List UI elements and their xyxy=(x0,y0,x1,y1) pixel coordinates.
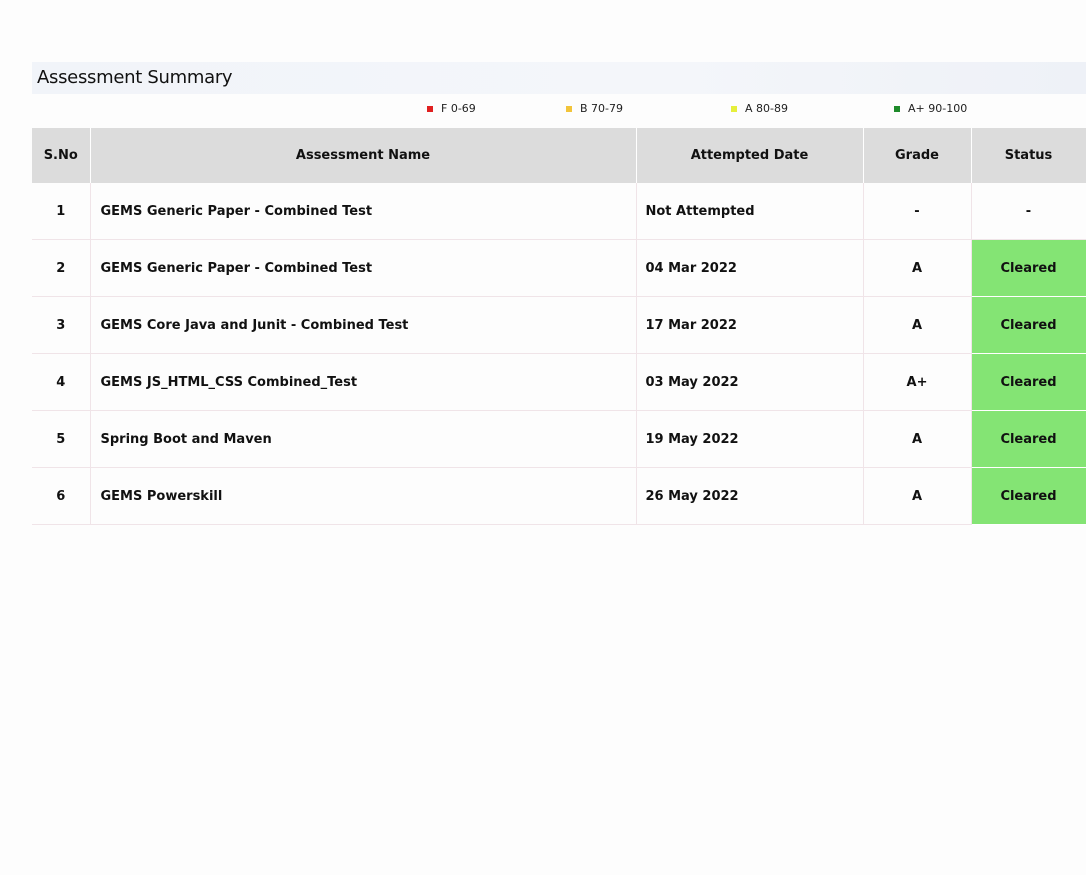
cell-grade: A xyxy=(863,296,972,354)
status-badge: Cleared xyxy=(971,296,1086,354)
cell-attempted-date: 17 Mar 2022 xyxy=(636,296,864,354)
table-row: 3 GEMS Core Java and Junit - Combined Te… xyxy=(32,296,1086,354)
cell-assessment-name: GEMS JS_HTML_CSS Combined_Test xyxy=(90,353,637,411)
legend-item-a: A 80-89 xyxy=(731,102,788,115)
column-header-sno[interactable]: S.No xyxy=(32,128,91,183)
cell-grade: A+ xyxy=(863,353,972,411)
legend-label-f: F 0-69 xyxy=(441,102,476,115)
cell-attempted-date: 19 May 2022 xyxy=(636,410,864,468)
cell-attempted-date: 26 May 2022 xyxy=(636,467,864,525)
table-row: 1 GEMS Generic Paper - Combined Test Not… xyxy=(32,183,1086,240)
assessment-table: S.No Assessment Name Attempted Date Grad… xyxy=(32,128,1086,525)
legend-label-a-plus: A+ 90-100 xyxy=(908,102,968,115)
status-badge: Cleared xyxy=(971,410,1086,468)
legend-label-a: A 80-89 xyxy=(745,102,788,115)
column-header-name[interactable]: Assessment Name xyxy=(90,128,637,183)
cell-sno: 4 xyxy=(32,353,91,411)
cell-sno: 2 xyxy=(32,239,91,297)
legend-swatch-b xyxy=(566,105,572,112)
column-header-grade[interactable]: Grade xyxy=(863,128,972,183)
status-badge: Cleared xyxy=(971,467,1086,525)
legend-label-b: B 70-79 xyxy=(580,102,624,115)
cell-status: - xyxy=(971,183,1086,240)
cell-sno: 1 xyxy=(32,183,91,240)
table-row: 6 GEMS Powerskill 26 May 2022 A Cleared xyxy=(32,467,1086,525)
legend-swatch-a xyxy=(731,105,737,112)
legend-swatch-f xyxy=(427,105,433,112)
column-header-status[interactable]: Status xyxy=(971,128,1086,183)
cell-grade: - xyxy=(863,183,972,240)
cell-sno: 5 xyxy=(32,410,91,468)
cell-grade: A xyxy=(863,410,972,468)
status-badge: Cleared xyxy=(971,239,1086,297)
cell-attempted-date: Not Attempted xyxy=(636,183,864,240)
legend-swatch-a-plus xyxy=(894,105,900,112)
status-badge: Cleared xyxy=(971,353,1086,411)
table-row: 2 GEMS Generic Paper - Combined Test 04 … xyxy=(32,239,1086,297)
cell-assessment-name: GEMS Generic Paper - Combined Test xyxy=(90,239,637,297)
legend-item-f: F 0-69 xyxy=(427,102,476,115)
table-row: 4 GEMS JS_HTML_CSS Combined_Test 03 May … xyxy=(32,353,1086,411)
cell-grade: A xyxy=(863,467,972,525)
cell-assessment-name: Spring Boot and Maven xyxy=(90,410,637,468)
legend-item-a-plus: A+ 90-100 xyxy=(894,102,967,115)
cell-assessment-name: GEMS Core Java and Junit - Combined Test xyxy=(90,296,637,354)
cell-attempted-date: 04 Mar 2022 xyxy=(636,239,864,297)
title-bar: Assessment Summary xyxy=(32,62,1086,94)
cell-assessment-name: GEMS Generic Paper - Combined Test xyxy=(90,183,637,240)
legend-item-b: B 70-79 xyxy=(566,102,623,115)
cell-sno: 3 xyxy=(32,296,91,354)
grade-legend: F 0-69 B 70-79 A 80-89 A+ 90-100 xyxy=(0,102,1086,122)
cell-attempted-date: 03 May 2022 xyxy=(636,353,864,411)
column-header-date[interactable]: Attempted Date xyxy=(636,128,864,183)
table-row: 5 Spring Boot and Maven 19 May 2022 A Cl… xyxy=(32,410,1086,468)
assessment-summary-panel: Assessment Summary F 0-69 B 70-79 A 80-8… xyxy=(0,0,1086,875)
cell-grade: A xyxy=(863,239,972,297)
page-title: Assessment Summary xyxy=(37,67,233,88)
cell-sno: 6 xyxy=(32,467,91,525)
cell-assessment-name: GEMS Powerskill xyxy=(90,467,637,525)
table-header-row: S.No Assessment Name Attempted Date Grad… xyxy=(32,128,1086,183)
